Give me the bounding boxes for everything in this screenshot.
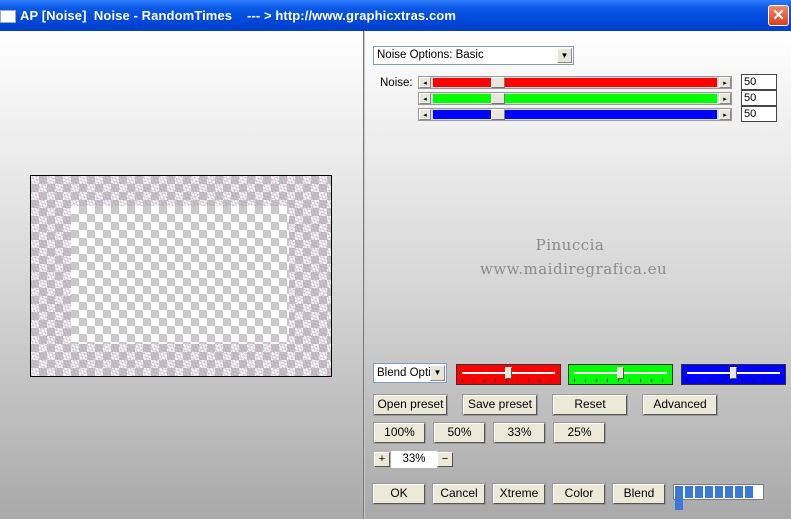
ok-button[interactable]: OK: [372, 483, 426, 505]
noise-red-value[interactable]: 50: [741, 74, 777, 90]
blend-button[interactable]: Blend: [612, 483, 666, 505]
preview-image: [30, 175, 332, 377]
watermark-name: Pinuccia: [535, 236, 605, 254]
zoom-33-button[interactable]: 33%: [493, 422, 546, 444]
color-button[interactable]: Color: [552, 483, 606, 505]
cancel-button[interactable]: Cancel: [432, 483, 486, 505]
progress-segment: [715, 486, 723, 498]
noise-green-value[interactable]: 50: [741, 90, 777, 106]
zoom-in-button[interactable]: +: [374, 452, 390, 467]
zoom-50-button[interactable]: 50%: [433, 422, 486, 444]
noise-blue-slider[interactable]: ◂ ▸: [418, 108, 732, 121]
save-preset-button[interactable]: Save preset: [462, 394, 538, 416]
arrow-right-icon[interactable]: ▸: [719, 93, 731, 104]
red-track: [433, 78, 717, 87]
window-title: AP [Noise] Noise - RandomTimes --- > htt…: [20, 8, 456, 23]
slider-ticks: [574, 379, 667, 382]
zoom-25-button[interactable]: 25%: [553, 422, 606, 444]
slider-thumb[interactable]: [505, 367, 512, 379]
green-track: [433, 94, 717, 103]
noise-label: Noise:: [380, 77, 413, 89]
preview-pane: [0, 31, 364, 519]
arrow-left-icon[interactable]: ◂: [419, 77, 431, 88]
blue-track: [433, 110, 717, 119]
arrow-right-icon[interactable]: ▸: [719, 109, 731, 120]
chevron-down-icon[interactable]: ▼: [557, 48, 572, 63]
close-button[interactable]: ✕: [768, 5, 789, 26]
zoom-100-button[interactable]: 100%: [373, 422, 426, 444]
title-bar: AP [Noise] Noise - RandomTimes --- > htt…: [0, 0, 791, 31]
noise-options-dropdown[interactable]: Noise Options: Basic ▼: [373, 46, 574, 65]
arrow-left-icon[interactable]: ◂: [419, 109, 431, 120]
open-preset-button[interactable]: Open preset: [373, 394, 448, 416]
progress-bar: [673, 484, 764, 510]
progress-segment: [745, 486, 753, 498]
progress-segment: [725, 486, 733, 498]
zoom-level-field[interactable]: 33%: [391, 451, 437, 468]
noise-blue-value[interactable]: 50: [741, 106, 777, 122]
progress-segment: [675, 498, 683, 510]
app-icon: [0, 10, 16, 23]
watermark-url: www.maidiregrafica.eu: [480, 260, 668, 278]
chevron-down-icon[interactable]: ▼: [430, 365, 445, 381]
noise-red-slider[interactable]: ◂ ▸: [418, 76, 732, 89]
slider-thumb[interactable]: [730, 367, 737, 379]
noise-green-slider[interactable]: ◂ ▸: [418, 92, 732, 105]
slider-thumb[interactable]: [491, 77, 506, 88]
progress-segment: [695, 486, 703, 498]
transparent-area: [71, 206, 289, 344]
progress-segment: [705, 486, 713, 498]
slider-thumb[interactable]: [491, 93, 506, 104]
slider-thumb[interactable]: [491, 109, 506, 120]
blend-green-slider[interactable]: [568, 364, 673, 385]
blend-blue-slider[interactable]: [681, 364, 786, 385]
arrow-right-icon[interactable]: ▸: [719, 77, 731, 88]
progress-segment: [685, 486, 693, 498]
blend-options-dropdown[interactable]: Blend Opti ▼: [373, 363, 447, 383]
progress-segment: [735, 486, 743, 498]
arrow-left-icon[interactable]: ◂: [419, 93, 431, 104]
noise-options-value: Noise Options: Basic: [377, 49, 484, 61]
blend-red-slider[interactable]: [456, 364, 561, 385]
slider-ticks: [462, 379, 555, 382]
xtreme-button[interactable]: Xtreme: [492, 483, 546, 505]
blend-options-value: Blend Opti: [377, 367, 431, 379]
slider-thumb[interactable]: [617, 367, 624, 379]
slider-ticks: [687, 379, 780, 382]
advanced-button[interactable]: Advanced: [642, 394, 718, 416]
zoom-out-button[interactable]: −: [437, 452, 453, 467]
progress-segment: [675, 486, 683, 498]
reset-button[interactable]: Reset: [552, 394, 628, 416]
